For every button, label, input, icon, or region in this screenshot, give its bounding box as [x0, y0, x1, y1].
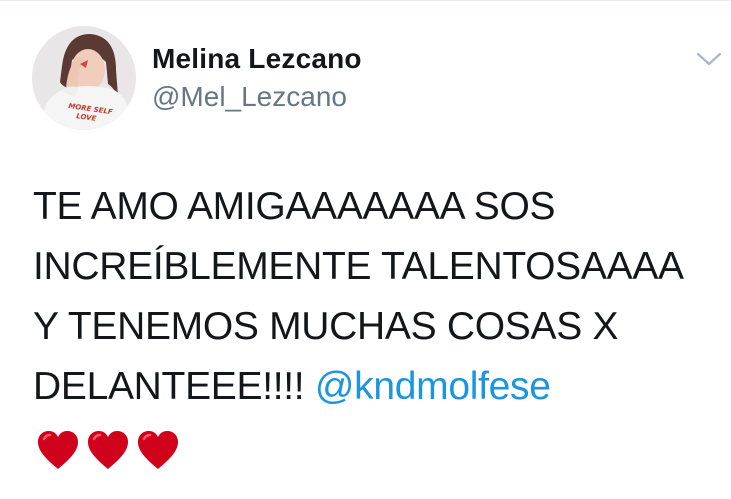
tweet-card: MORE SELF LOVE Melina Lezcano @Mel_Lezca…: [0, 0, 731, 499]
tweet-text: TE AMO AMIGAAAAAAA SOS INCREÍBLEMENTE TA…: [33, 177, 723, 417]
heart-emoji-icon: [138, 431, 178, 469]
chevron-down-icon[interactable]: [694, 49, 724, 69]
display-name[interactable]: Melina Lezcano: [152, 43, 362, 75]
tweet-text-line: DELANTEEE!!!! @kndmolfese: [33, 357, 723, 417]
tweet-text-segment: DELANTEEE!!!!: [33, 365, 315, 408]
user-handle[interactable]: @Mel_Lezcano: [152, 81, 347, 113]
heart-emoji-icon: [38, 431, 78, 469]
tweet-text-line: Y TENEMOS MUCHAS COSAS X: [33, 305, 619, 348]
mention-link[interactable]: @kndmolfese: [315, 365, 551, 408]
heart-emoji-icon: [88, 431, 128, 469]
tweet-text-line: TE AMO AMIGAAAAAAA SOS: [33, 185, 556, 228]
tweet-text-line: INCREÍBLEMENTE TALENTOSAAAA: [33, 245, 684, 288]
emoji-row: [36, 429, 180, 473]
avatar-photo: MORE SELF LOVE: [32, 26, 136, 130]
avatar[interactable]: MORE SELF LOVE: [32, 26, 136, 130]
